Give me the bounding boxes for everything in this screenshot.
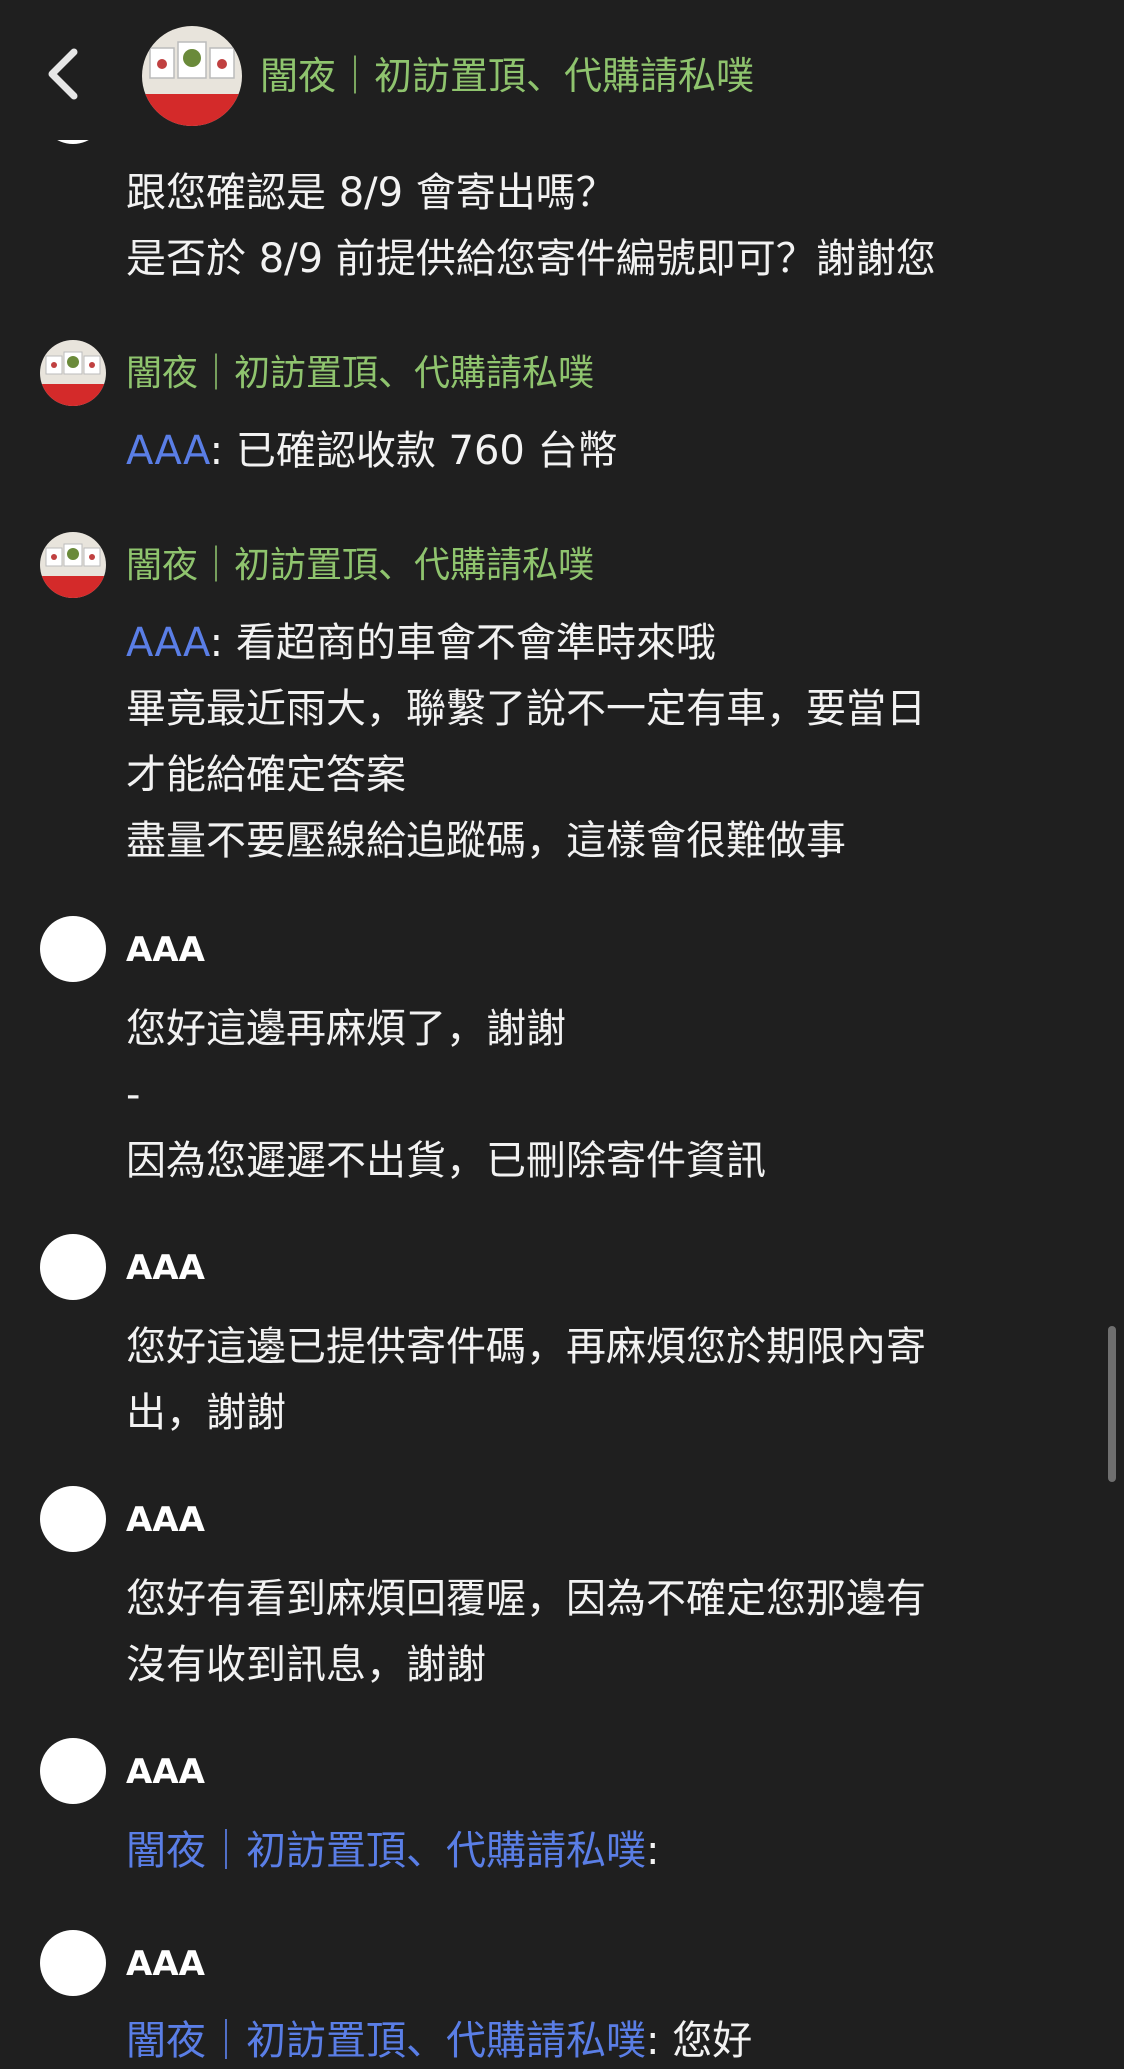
message-text: 您好有看到麻煩回覆喔，因為不確定您那邊有 沒有收到訊息，謝謝 [126,1576,926,1688]
sender-name[interactable]: AAA [126,1496,205,1544]
sender-name[interactable]: AAA [126,1748,205,1796]
message-text: 跟您確認是 8/9 會寄出嗎？ 是否於 8/9 前提供給您寄件編號即可？謝謝您 [126,170,936,282]
user-avatar[interactable] [40,1486,106,1552]
sender-name[interactable]: 闇夜｜初訪置頂、代購請私噗 [126,542,594,590]
message-text: 您好這邊已提供寄件碼，再麻煩您於期限內寄 出，謝謝 [126,1324,926,1436]
mention-link[interactable]: 闇夜｜初訪置頂、代購請私噗 [126,2018,646,2064]
message-text: 闇夜｜初訪置頂、代購請私噗: 您好 [126,2018,753,2064]
sender-name[interactable]: 闇夜｜初訪置頂、代購請私噗 [126,350,594,398]
shop-avatar[interactable] [40,532,106,598]
back-button[interactable] [38,44,88,104]
mention-link[interactable]: AAA [126,620,210,666]
mention-link[interactable]: AAA [126,428,210,474]
message-text: AAA: 已確認收款 760 台幣 [126,428,618,474]
chat-title[interactable]: 闇夜｜初訪置頂、代購請私噗 [260,52,754,100]
shop-avatar[interactable] [40,340,106,406]
user-avatar[interactable] [40,916,106,982]
chat-screen: 跟您確認是 8/9 會寄出嗎？ 是否於 8/9 前提供給您寄件編號即可？謝謝您 … [0,0,1124,2069]
sender-name[interactable]: AAA [126,1244,205,1292]
user-avatar[interactable] [40,1738,106,1804]
sender-name[interactable]: AAA [126,926,205,974]
chat-header: 闇夜｜初訪置頂、代購請私噗 [0,0,1124,140]
message-text: AAA: 看超商的車會不會準時來哦 畢竟最近雨大，聯繫了說不一定有車，要當日 才… [126,620,926,864]
user-avatar[interactable] [40,1234,106,1300]
scrollbar-thumb[interactable] [1108,1326,1116,1482]
chevron-left-icon [48,48,78,100]
sender-name[interactable]: AAA [126,1940,205,1988]
user-avatar[interactable] [40,1930,106,1996]
message-text: 闇夜｜初訪置頂、代購請私噗: [126,1828,660,1874]
message-text: 您好這邊再麻煩了，謝謝 - 因為您遲遲不出貨，已刪除寄件資訊 [126,1006,766,1184]
shop-avatar[interactable] [142,26,242,126]
mention-link[interactable]: 闇夜｜初訪置頂、代購請私噗 [126,1828,646,1874]
